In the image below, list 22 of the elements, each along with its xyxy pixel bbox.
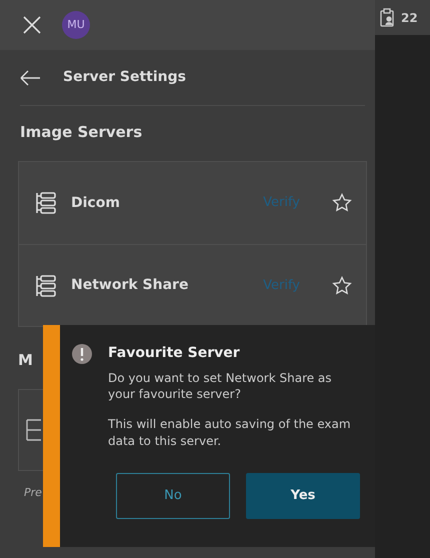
confirm-button[interactable]: Yes (246, 472, 360, 519)
dialog-title: Favourite Server (108, 344, 240, 363)
star-icon[interactable] (332, 276, 352, 296)
server-icon (35, 191, 57, 215)
exam-badge[interactable]: 22 (375, 0, 430, 35)
clipboard-icon (379, 8, 395, 27)
close-icon[interactable] (22, 15, 42, 35)
dialog-message: This will enable auto saving of the exam data to this server. (108, 416, 352, 449)
dialog-message: Do you want to set Network Share as your favourite server? (108, 370, 333, 402)
server-name: Network Share (71, 276, 190, 295)
server-icon (35, 274, 57, 298)
back-arrow-icon[interactable] (20, 70, 41, 86)
avatar[interactable]: MU (62, 11, 90, 39)
server-icon (25, 418, 41, 442)
cancel-button[interactable]: No (116, 472, 230, 519)
section-title: Image Servers (19, 122, 144, 143)
star-icon[interactable] (332, 193, 352, 213)
hint-text: Pre (24, 486, 42, 499)
server-name: Dicom (71, 194, 121, 212)
section-title: M (18, 351, 33, 369)
page-title: Server Settings (63, 68, 186, 87)
alert-icon (72, 344, 92, 364)
